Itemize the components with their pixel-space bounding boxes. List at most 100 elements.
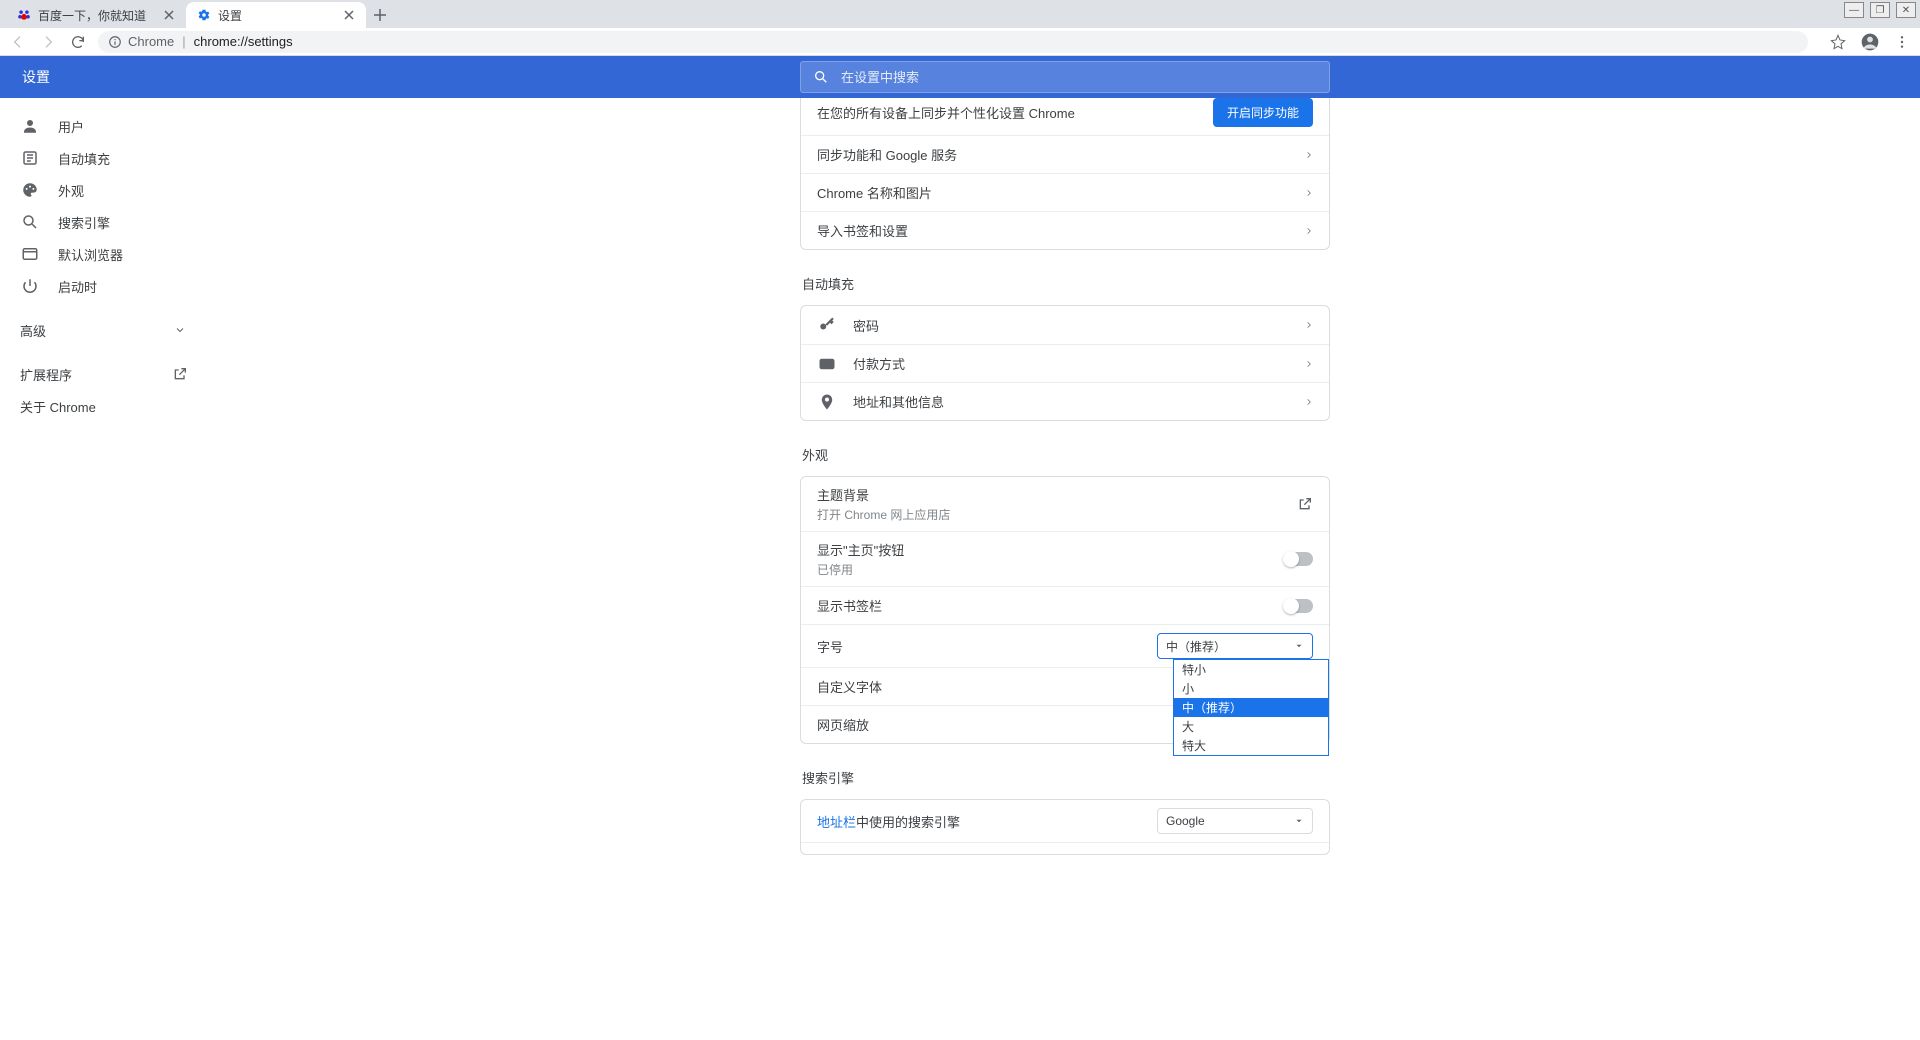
row-label: 显示书签栏 [817,596,882,615]
tab-1-close-icon[interactable] [342,8,356,22]
sync-enable-button[interactable]: 开启同步功能 [1213,98,1313,127]
sidebar-advanced-toggle[interactable]: 高级 [0,314,210,346]
chevron-right-icon [1305,319,1313,331]
row-label: 地址和其他信息 [853,392,944,411]
row-bookmarks-bar: 显示书签栏 [801,586,1329,624]
sidebar-item-default-browser[interactable]: 默认浏览器 [0,238,210,270]
sidebar-item-label: 启动时 [58,277,97,296]
row-label: 字号 [817,637,843,656]
sidebar-item-extensions[interactable]: 扩展程序 [0,358,210,390]
row-sub: 打开 Chrome 网上应用店 [817,506,950,523]
sidebar-item-search-engine[interactable]: 搜索引擎 [0,206,210,238]
section-title-search: 搜索引擎 [802,768,1330,787]
omnibox-url: chrome://settings [194,34,293,49]
font-option-xs[interactable]: 特小 [1174,660,1328,679]
sidebar-item-on-startup[interactable]: 启动时 [0,270,210,302]
toolbar: Chrome | chrome://settings [0,28,1920,56]
new-tab-button[interactable] [366,2,394,28]
sidebar-item-autofill[interactable]: 自动填充 [0,142,210,174]
row-label: 网页缩放 [817,715,869,734]
section-title-autofill: 自动填充 [802,274,1330,293]
chevron-right-icon [1305,358,1313,370]
row-label: 显示"主页"按钮 [817,540,904,559]
window-close-button[interactable]: ✕ [1896,2,1916,18]
font-size-select[interactable]: 中（推荐） [1157,633,1313,659]
row-label: 导入书签和设置 [817,221,908,240]
tabstrip: 百度一下，你就知道 设置 — ❐ ✕ [0,0,1920,28]
row-import-bookmarks[interactable]: 导入书签和设置 [801,211,1329,249]
search-engine-value: Google [1166,814,1205,828]
omnibox[interactable]: Chrome | chrome://settings [98,31,1808,53]
home-button-toggle[interactable] [1285,552,1313,566]
sidebar-item-appearance[interactable]: 外观 [0,174,210,206]
app-header: 设置 [0,56,1920,98]
tab-0-close-icon[interactable] [162,8,176,22]
tab-0[interactable]: 百度一下，你就知道 [6,2,186,28]
search-engine-select[interactable]: Google [1157,808,1313,834]
back-button[interactable] [8,32,28,52]
row-chrome-name[interactable]: Chrome 名称和图片 [801,173,1329,211]
sidebar-item-label: 用户 [58,117,84,136]
search-icon [813,69,829,85]
site-info-icon[interactable]: Chrome [108,34,174,49]
chevron-right-icon [1305,396,1313,408]
bookmarks-bar-toggle[interactable] [1285,599,1313,613]
user-card: 在您的所有设备上同步并个性化设置 Chrome 开启同步功能 同步功能和 Goo… [800,98,1330,250]
row-sync: 在您的所有设备上同步并个性化设置 Chrome 开启同步功能 [801,98,1329,135]
sidebar-item-user[interactable]: 用户 [0,110,210,142]
tab-1[interactable]: 设置 [186,2,366,28]
font-option-s[interactable]: 小 [1174,679,1328,698]
omnibox-separator: | [182,34,185,49]
sidebar-item-label: 默认浏览器 [58,245,123,264]
addressbar-link[interactable]: 地址栏 [817,815,856,830]
reload-button[interactable] [68,32,88,52]
sidebar-item-label: 扩展程序 [20,365,72,384]
row-passwords[interactable]: 密码 [801,306,1329,344]
search-card: 地址栏中使用的搜索引擎 Google [800,799,1330,855]
row-sub: 已停用 [817,561,904,578]
tab-1-title: 设置 [218,7,336,24]
chevron-right-icon [1305,187,1313,199]
font-option-l[interactable]: 大 [1174,717,1328,736]
kebab-menu-icon[interactable] [1892,32,1912,52]
forward-button[interactable] [38,32,58,52]
row-label: 密码 [853,316,879,335]
row-payment[interactable]: 付款方式 [801,344,1329,382]
profile-avatar-icon[interactable] [1860,32,1880,52]
addressbar-rest: 中使用的搜索引擎 [856,815,960,830]
row-addresses[interactable]: 地址和其他信息 [801,382,1329,420]
settings-search-box[interactable] [800,61,1330,93]
caret-down-icon [1294,641,1304,651]
font-option-xl[interactable]: 特大 [1174,736,1328,755]
sidebar-item-label: 自动填充 [58,149,110,168]
window-controls: — ❐ ✕ [1844,2,1916,18]
row-label: 付款方式 [853,354,905,373]
sidebar: 用户 自动填充 外观 搜索引擎 默认浏览器 启动时 [0,98,210,1040]
row-sync-services[interactable]: 同步功能和 Google 服务 [801,135,1329,173]
tab-0-title: 百度一下，你就知道 [38,7,156,24]
window-minimize-button[interactable]: — [1844,2,1864,18]
row-addressbar-engine: 地址栏中使用的搜索引擎 Google [801,800,1329,842]
external-link-icon [170,364,190,384]
external-link-icon [1297,496,1313,512]
window-maximize-button[interactable]: ❐ [1870,2,1890,18]
sidebar-item-about[interactable]: 关于 Chrome [0,390,210,422]
font-option-m[interactable]: 中（推荐） [1174,698,1328,717]
browser-chrome: 百度一下，你就知道 设置 — ❐ ✕ [0,0,1920,56]
row-label: 地址栏中使用的搜索引擎 [817,812,960,831]
sidebar-advanced-label: 高级 [20,321,46,340]
app-title: 设置 [0,67,210,87]
gear-favicon-icon [196,7,212,23]
sidebar-item-label: 外观 [58,181,84,200]
sidebar-item-label: 关于 Chrome [20,397,96,416]
card-icon [817,354,837,374]
row-label: 同步功能和 Google 服务 [817,145,957,164]
bookmark-star-icon[interactable] [1828,32,1848,52]
content-scroll[interactable]: 在您的所有设备上同步并个性化设置 Chrome 开启同步功能 同步功能和 Goo… [210,98,1920,1040]
font-size-dropdown: 特小 小 中（推荐） 大 特大 [1173,659,1329,756]
settings-search-input[interactable] [841,70,1317,85]
chevron-down-icon [174,324,186,336]
browser-icon [20,244,40,264]
chevron-right-icon [1305,225,1313,237]
row-theme[interactable]: 主题背景 打开 Chrome 网上应用店 [801,477,1329,531]
